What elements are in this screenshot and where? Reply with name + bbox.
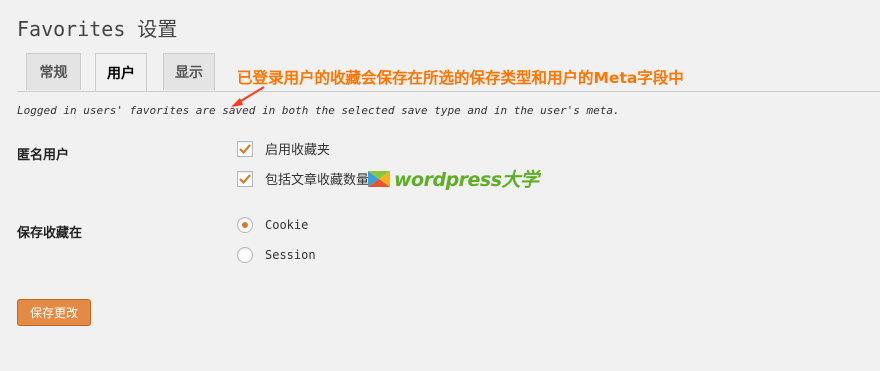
cookie-label: Cookie (265, 218, 309, 232)
annotation-text: 已登录用户的收藏会保存在所选的保存类型和用户的Meta字段中 (237, 69, 684, 87)
cookie-option[interactable]: Cookie (237, 217, 308, 233)
save-changes-button[interactable]: 保存更改 (17, 299, 91, 326)
enable-favorites-option[interactable]: 启用收藏夹 (237, 139, 330, 158)
save-location-label: 保存收藏在 (17, 226, 83, 241)
watermark-text: wordpress大学 (394, 169, 539, 191)
tab-general[interactable]: 常规 (26, 53, 81, 90)
tab-users[interactable]: 用户 (95, 53, 147, 91)
include-post-count-label: 包括文章收藏数量 (265, 173, 370, 188)
session-label: Session (265, 248, 316, 262)
radio-selected-dot (242, 222, 248, 228)
session-radio[interactable] (237, 247, 253, 263)
watermark: wordpress大学 (368, 165, 539, 192)
checkmark-icon (239, 143, 251, 154)
enable-favorites-checkbox[interactable] (237, 140, 253, 157)
wordpress-daxue-logo-icon (368, 170, 390, 187)
include-post-count-option[interactable]: 包括文章收藏数量 (237, 169, 369, 188)
tab-display[interactable]: 显示 (163, 53, 215, 90)
checkmark-icon (239, 173, 251, 184)
include-post-count-checkbox[interactable] (237, 170, 253, 187)
description-text: Logged in users' favorites are saved in … (17, 104, 620, 117)
cookie-radio[interactable] (237, 217, 253, 233)
anonymous-users-label: 匿名用户 (17, 148, 70, 163)
enable-favorites-label: 启用收藏夹 (265, 143, 331, 158)
page-title: Favorites 设置 (17, 17, 178, 41)
session-option[interactable]: Session (237, 247, 316, 263)
